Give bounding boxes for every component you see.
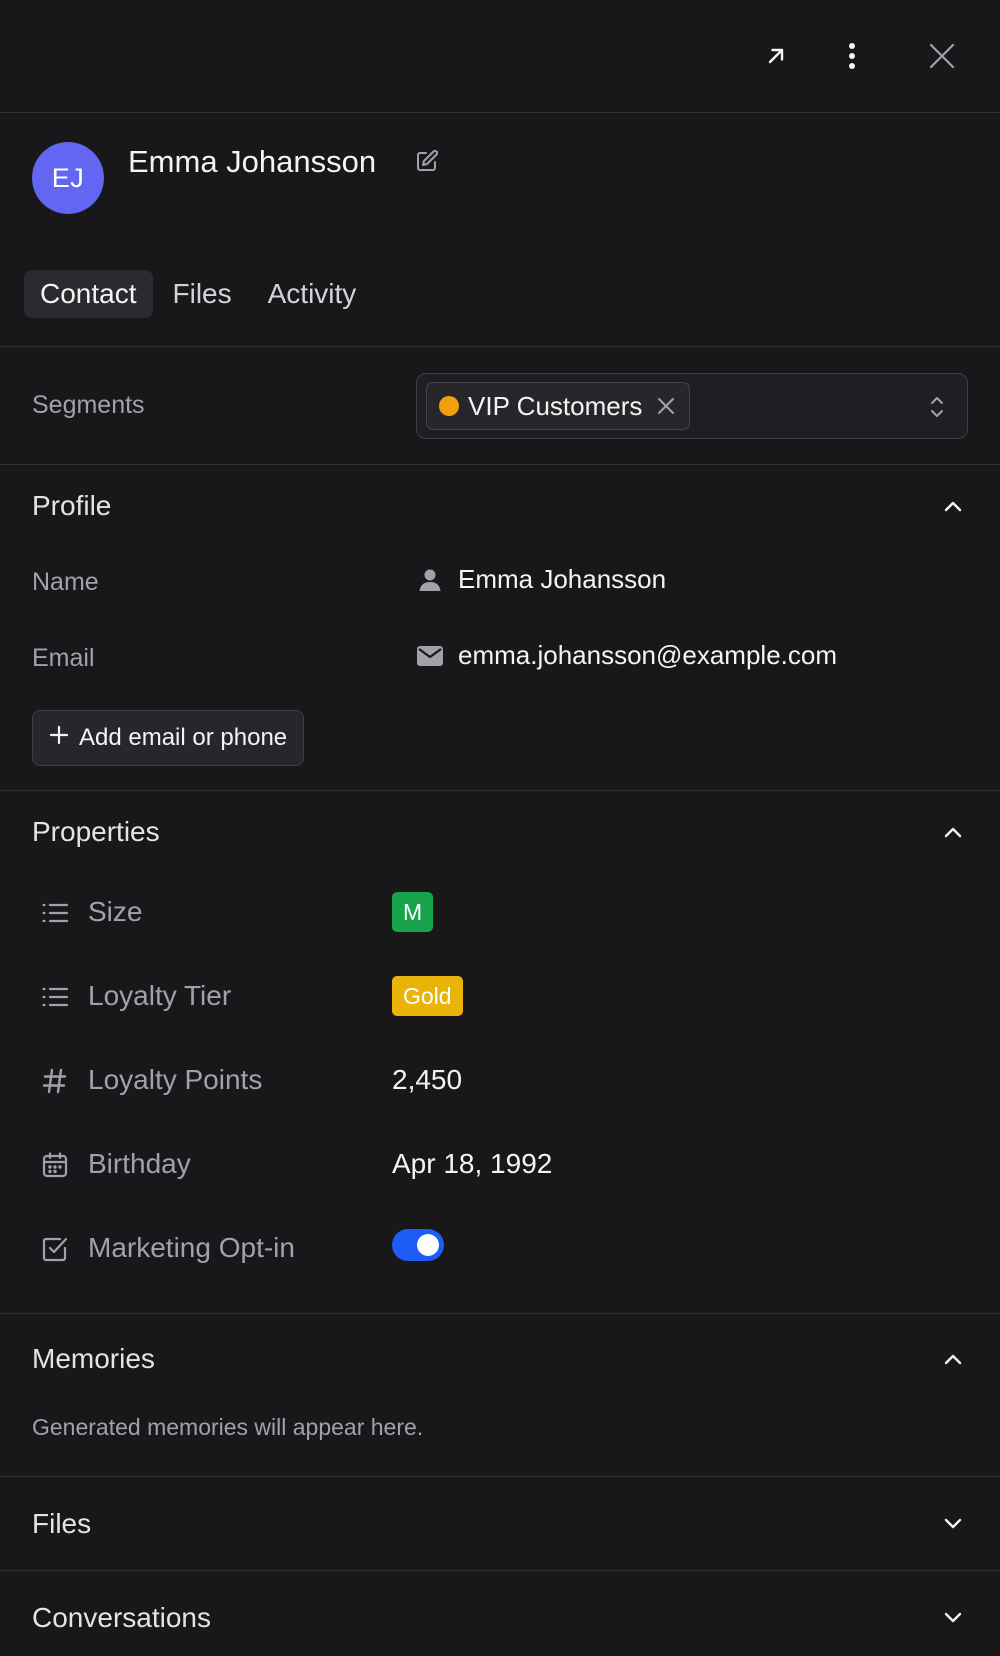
- toggle-knob: [417, 1234, 439, 1256]
- profile-section-title: Profile: [32, 490, 112, 521]
- avatar: EJ: [32, 142, 104, 214]
- segments-label: Segments: [32, 391, 145, 419]
- divider: [0, 1476, 1000, 1477]
- name-text: Emma Johansson: [458, 564, 667, 594]
- files-section-title[interactable]: Files: [32, 1506, 91, 1542]
- avatar-initials: EJ: [51, 162, 85, 193]
- property-size-row: Size M: [40, 890, 970, 934]
- property-label: Marketing Opt-in: [88, 1232, 295, 1263]
- checkbox-icon: [40, 1234, 70, 1264]
- email-label: Email: [32, 644, 95, 672]
- property-label: Birthday: [88, 1148, 191, 1179]
- name-label: Name: [32, 568, 99, 596]
- property-loyalty-tier-row: Loyalty Tier Gold: [40, 974, 970, 1018]
- chevron-up-icon[interactable]: [938, 491, 968, 521]
- loyalty-tier-badge[interactable]: Gold: [392, 976, 463, 1016]
- chevron-up-down-icon: [925, 392, 949, 422]
- property-label: Size: [88, 896, 143, 927]
- chevron-down-icon[interactable]: [938, 1603, 968, 1633]
- property-birthday-row: Birthday Apr 18, 1992: [40, 1142, 970, 1186]
- more-vertical-icon[interactable]: [832, 36, 872, 76]
- remove-segment-icon[interactable]: [655, 395, 677, 417]
- tab-files[interactable]: Files: [157, 270, 248, 318]
- memories-empty-text: Generated memories will appear here.: [32, 1414, 424, 1440]
- add-email-or-phone-label: Add email or phone: [79, 724, 288, 751]
- birthday-value[interactable]: Apr 18, 1992: [392, 1146, 552, 1182]
- tab-activity[interactable]: Activity: [252, 270, 373, 318]
- email-value[interactable]: emma.johansson@example.com: [416, 640, 837, 671]
- close-icon[interactable]: [922, 36, 962, 76]
- divider: [0, 1570, 1000, 1571]
- memories-section-title: Memories: [32, 1343, 155, 1374]
- edit-icon[interactable]: [414, 148, 440, 174]
- segments-select[interactable]: VIP Customers: [416, 373, 968, 439]
- marketing-opt-in-toggle[interactable]: [392, 1229, 444, 1261]
- chevron-up-icon[interactable]: [938, 1344, 968, 1374]
- contact-panel: EJ Emma Johansson Contact Files Activity…: [0, 0, 1000, 1656]
- property-loyalty-points-row: Loyalty Points 2,450: [40, 1058, 970, 1102]
- property-label: Loyalty Points: [88, 1064, 263, 1095]
- size-badge[interactable]: M: [392, 892, 434, 932]
- divider: [0, 464, 1000, 465]
- list-icon: [40, 982, 70, 1012]
- tab-bar: Contact Files Activity: [24, 270, 372, 318]
- segment-chip: VIP Customers: [426, 382, 691, 430]
- person-icon: [416, 566, 444, 594]
- mail-icon: [416, 642, 444, 670]
- add-email-or-phone-button[interactable]: Add email or phone: [32, 710, 305, 766]
- contact-name: Emma Johansson: [128, 144, 377, 179]
- name-value[interactable]: Emma Johansson: [416, 564, 666, 595]
- property-marketing-opt-in-row: Marketing Opt-in: [40, 1226, 970, 1270]
- segment-color-dot: [439, 396, 459, 416]
- arrow-up-right-icon[interactable]: [756, 36, 796, 76]
- tab-contact[interactable]: Contact: [24, 270, 153, 318]
- divider: [0, 1313, 1000, 1314]
- calendar-icon: [40, 1150, 70, 1180]
- panel-toolbar: [0, 0, 1000, 113]
- list-icon: [40, 898, 70, 928]
- divider: [0, 346, 1000, 347]
- segment-chip-label: VIP Customers: [468, 390, 643, 421]
- email-text: emma.johansson@example.com: [458, 640, 838, 670]
- chevron-down-icon[interactable]: [938, 1509, 968, 1539]
- properties-section-title: Properties: [32, 816, 160, 847]
- chevron-up-icon[interactable]: [938, 817, 968, 847]
- divider: [0, 790, 1000, 791]
- property-label: Loyalty Tier: [88, 980, 232, 1011]
- conversations-section-title[interactable]: Conversations: [32, 1600, 211, 1636]
- hash-icon: [40, 1066, 70, 1096]
- loyalty-points-value[interactable]: 2,450: [392, 1062, 462, 1098]
- plus-icon: [49, 724, 69, 752]
